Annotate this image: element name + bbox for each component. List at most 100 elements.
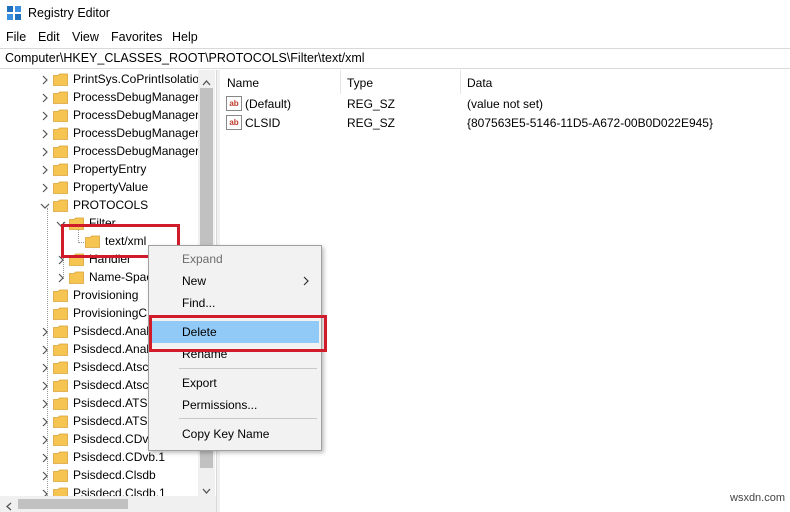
chevron-down-icon[interactable] [40,200,50,212]
tree-item[interactable]: PropertyEntry [0,161,200,179]
menu-view[interactable]: View [72,30,99,44]
chevron-right-icon[interactable] [40,398,50,410]
folder-icon [53,307,68,320]
menu-item-copy-key-name[interactable]: Copy Key Name [151,423,319,445]
chevron-right-icon[interactable] [40,92,50,104]
tree-item-label: Provisioning [73,288,139,302]
tree-item-label: Psisdecd.ATSC [73,396,157,410]
value-row[interactable]: ab CLSID REG_SZ {807563E5-5146-11D5-A672… [221,114,790,133]
tree-item-label: PrintSys.CoPrintIsolatio [73,72,200,86]
tree-item-label: PROTOCOLS [73,198,149,212]
chevron-right-icon[interactable] [40,380,50,392]
chevron-right-icon[interactable] [40,110,50,122]
tree-item[interactable]: PropertyValue [0,179,200,197]
scrollbar-thumb[interactable] [18,499,128,509]
menu-file[interactable]: File [6,30,26,44]
menu-item-expand[interactable]: Expand [151,248,319,270]
chevron-right-icon[interactable] [40,362,50,374]
folder-icon [53,379,68,392]
column-data[interactable]: Data [461,70,790,94]
folder-icon [53,145,68,158]
tree-item-label: ProcessDebugManager [73,126,200,140]
folder-icon [53,415,68,428]
folder-icon [53,397,68,410]
string-value-icon: ab [226,115,242,130]
tree-item-label: ProvisioningC [73,306,148,320]
chevron-right-icon[interactable] [40,74,50,86]
tree-item[interactable]: Psisdecd.Clsdb [0,467,200,485]
chevron-right-icon[interactable] [40,182,50,194]
folder-icon [53,343,68,356]
chevron-right-icon[interactable] [40,164,50,176]
chevron-right-icon[interactable] [40,128,50,140]
folder-icon [53,199,68,212]
tree-item-label: Psisdecd.Clsdb [73,468,156,482]
tree-item[interactable]: PrintSys.CoPrintIsolatio [0,71,200,89]
tree-item[interactable]: ProcessDebugManager [0,125,200,143]
folder-icon [53,73,68,86]
tree-item-label: Psisdecd.Atscl [73,360,152,374]
chevron-right-icon[interactable] [56,272,66,284]
chevron-right-icon[interactable] [40,452,50,464]
chevron-right-icon[interactable] [40,434,50,446]
menu-help[interactable]: Help [172,30,198,44]
value-type: REG_SZ [347,97,396,111]
highlight-delete [149,315,327,352]
menu-item-new[interactable]: New [151,270,319,292]
chevron-right-icon[interactable] [40,146,50,158]
menu-separator [179,368,317,369]
column-name[interactable]: Name [221,70,341,94]
folder-icon [53,361,68,374]
tree-item[interactable]: ProcessDebugManager [0,143,200,161]
menu-separator [179,418,317,419]
submenu-arrow-icon [303,275,309,289]
folder-icon [53,109,68,122]
value-name: CLSID [245,116,281,130]
tree-item[interactable]: PROTOCOLS [0,197,200,215]
menu-edit[interactable]: Edit [38,30,60,44]
folder-icon [53,163,68,176]
address-bar[interactable]: Computer\HKEY_CLASSES_ROOT\PROTOCOLS\Fil… [0,48,790,69]
tree-item-label: Psisdecd.Anal [73,342,150,356]
tree-item-label: Psisdecd.Atscl [73,378,152,392]
tree-item-label: Psisdecd.ATSC [73,414,157,428]
folder-icon [53,469,68,482]
tree-item-label: Psisdecd.CDvb.1 [73,450,166,464]
tree-item[interactable]: Psisdecd.CDvb.1 [0,449,200,467]
tree-item-label: Name-Spac [89,270,153,284]
folder-icon [53,91,68,104]
tree-item[interactable]: ProcessDebugManager [0,107,200,125]
menu-favorites[interactable]: Favorites [111,30,162,44]
menu-item-export[interactable]: Export [151,372,319,394]
chevron-right-icon[interactable] [40,470,50,482]
tree-item-label: PropertyValue [73,180,149,194]
tree-horizontal-scrollbar[interactable] [0,496,216,512]
tree-item-label: Psisdecd.Clsdb.1 [73,486,166,496]
folder-icon [53,289,68,302]
scroll-up-arrow-icon[interactable] [202,75,211,86]
chevron-right-icon[interactable] [40,326,50,338]
chevron-right-icon[interactable] [40,416,50,428]
tree-item[interactable]: ProcessDebugManager [0,89,200,107]
tree-item-label: Psisdecd.CDvb [73,432,156,446]
menu-item-find[interactable]: Find... [151,292,319,314]
value-row[interactable]: ab (Default) REG_SZ (value not set) [221,95,790,114]
tree-item-label: Psisdecd.Anal [73,324,150,338]
address-path[interactable]: Computer\HKEY_CLASSES_ROOT\PROTOCOLS\Fil… [5,51,365,65]
menu-item-permissions[interactable]: Permissions... [151,394,319,416]
menu-bar: File Edit View Favorites Help [0,28,790,48]
folder-icon [53,487,68,496]
scroll-down-arrow-icon[interactable] [202,484,211,494]
column-type[interactable]: Type [341,70,461,94]
chevron-right-icon[interactable] [40,344,50,356]
folder-icon [53,127,68,140]
tree-item-label: PropertyEntry [73,162,147,176]
value-data: (value not set) [467,97,544,111]
tree-item-label: ProcessDebugManager [73,90,200,104]
tree-item-label: ProcessDebugManager [73,144,200,158]
tree-item[interactable]: Psisdecd.Clsdb.1 [0,485,200,496]
folder-icon [69,271,84,284]
chevron-right-icon[interactable] [40,488,50,496]
scroll-left-arrow-icon[interactable] [5,500,12,512]
string-value-icon: ab [226,96,242,111]
